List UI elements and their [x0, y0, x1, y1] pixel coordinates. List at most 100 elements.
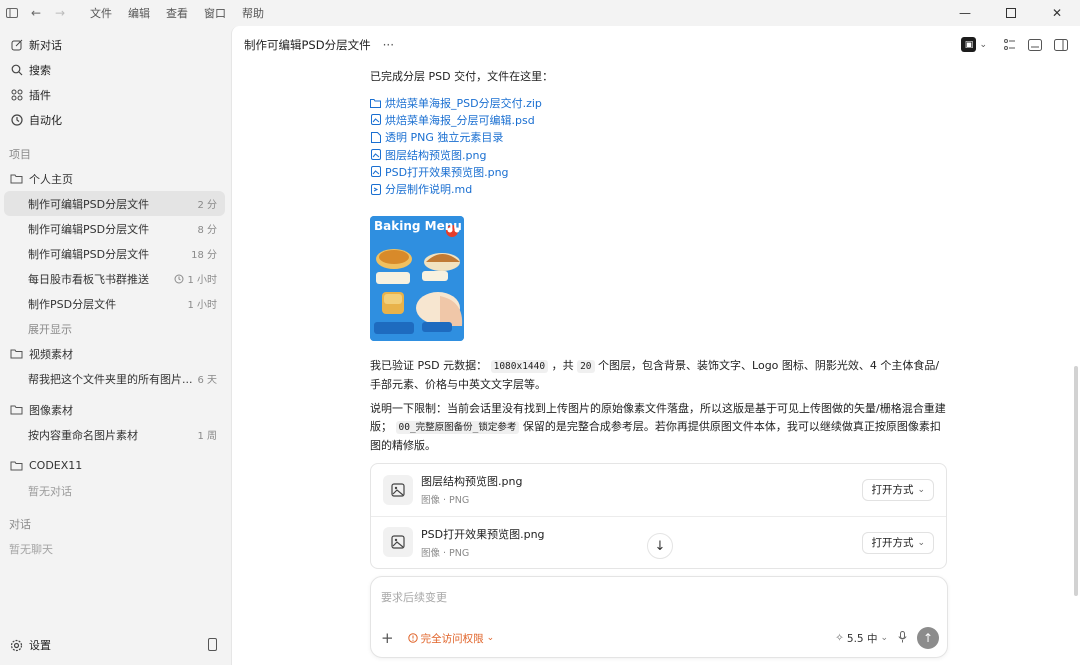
arrow-down-icon: ↓	[654, 538, 666, 554]
message-intro: 已完成分层 PSD 交付，文件在这里：	[370, 70, 554, 83]
phone-panel-icon[interactable]	[208, 638, 217, 654]
open-in-app-button[interactable]: ▣ ⌄	[957, 35, 991, 54]
thread-item[interactable]: 帮我把这个文件夹里的所有图片... 6 天	[4, 366, 225, 391]
poster-preview-image[interactable]: Baking Menu	[370, 215, 464, 341]
search-button[interactable]: 搜索	[0, 57, 231, 82]
folder-icon	[370, 97, 381, 108]
arrow-up-icon: ↑	[922, 631, 934, 645]
attachment-meta: 图像 · PNG	[421, 495, 470, 507]
folder-video[interactable]: 视频素材	[0, 341, 231, 366]
thread-item[interactable]: 每日股市看板飞书群推送 1 小时	[4, 266, 225, 291]
folder-icon	[10, 403, 23, 416]
menu-help[interactable]: 帮助	[236, 5, 270, 21]
file-link-list: 烘焙菜单海报_PSD分层交付.zip 烘焙菜单海报_分层可编辑.psd 透明 P…	[370, 94, 950, 198]
file-link-label: 烘焙菜单海报_PSD分层交付.zip	[385, 96, 542, 110]
composer-right-controls: ✧ 5.5 中 ⌄ ↑	[835, 627, 939, 649]
plugins-button[interactable]: 插件	[0, 82, 231, 107]
chevron-down-icon: ⌄	[486, 633, 495, 643]
menu-edit[interactable]: 编辑	[122, 5, 156, 21]
text-span: ，共	[551, 358, 574, 372]
chevron-down-icon: ⌄	[880, 633, 888, 643]
scroll-to-bottom-button[interactable]: ↓	[647, 533, 673, 559]
access-permission-button[interactable]: 完全访问权限 ⌄	[407, 631, 495, 646]
chevron-down-icon: ⌄	[917, 537, 925, 548]
terminal-panel-icon[interactable]	[1027, 37, 1043, 53]
file-link-label: 烘焙菜单海报_分层可编辑.psd	[385, 113, 535, 127]
attachment-item[interactable]: 图层结构预览图.png 图像 · PNG 打开方式 ⌄	[371, 464, 946, 516]
image-file-icon	[383, 527, 413, 558]
new-chat-label: 新对话	[29, 38, 62, 52]
chats-heading: 对话	[9, 517, 31, 531]
add-attachment-icon[interactable]: +	[381, 629, 394, 647]
folder-personal[interactable]: 个人主页	[0, 166, 231, 191]
file-link-label: 透明 PNG 独立元素目录	[385, 131, 504, 145]
new-chat-button[interactable]: 新对话	[0, 32, 231, 57]
header-actions: ▣ ⌄	[957, 35, 1069, 54]
image-file-icon	[383, 474, 413, 505]
thread-title: 制作可编辑PSD分层文件	[28, 197, 150, 211]
settings-button[interactable]: 设置	[0, 633, 231, 657]
image-file-icon	[370, 114, 381, 126]
file-link[interactable]: 透明 PNG 独立元素目录	[370, 129, 950, 146]
diff-view-icon[interactable]	[1001, 37, 1017, 53]
thread-time: 18 分	[191, 250, 217, 261]
file-link[interactable]: 烘焙菜单海报_分层可编辑.psd	[370, 111, 950, 128]
thread-time: 8 分	[197, 225, 217, 236]
file-link[interactable]: 烘焙菜单海报_PSD分层交付.zip	[370, 94, 950, 111]
thread-title: 制作可编辑PSD分层文件	[28, 222, 150, 236]
folder-label: CODEX11	[29, 459, 83, 472]
clock-icon	[10, 113, 23, 126]
menu-window[interactable]: 窗口	[198, 5, 232, 21]
image-file-icon	[370, 166, 381, 178]
menu-file[interactable]: 文件	[84, 5, 118, 21]
thread-item[interactable]: 制作可编辑PSD分层文件 8 分	[4, 216, 225, 241]
back-arrow-icon[interactable]: ←	[28, 5, 44, 21]
empty-chats-text: 暂无聊天	[9, 542, 53, 556]
expand-more-link[interactable]: 展开显示	[0, 316, 231, 341]
thread-item[interactable]: 按内容重命名图片素材 1 周	[4, 422, 225, 447]
side-panel-icon[interactable]	[1053, 37, 1069, 53]
search-icon	[10, 63, 23, 76]
edit-icon	[10, 38, 23, 51]
folder-label: 图像素材	[29, 403, 73, 417]
file-link[interactable]: 图层结构预览图.png	[370, 146, 950, 163]
thread-title: 制作可编辑PSD分层文件	[28, 247, 150, 261]
thread-time: 1 小时	[187, 275, 217, 286]
file-link[interactable]: 分层制作说明.md	[370, 180, 950, 197]
open-with-button[interactable]: 打开方式 ⌄	[862, 531, 934, 554]
send-button[interactable]: ↑	[917, 627, 939, 649]
menu-bar: 文件 编辑 查看 窗口 帮助	[84, 5, 270, 21]
thread-item[interactable]: 制作PSD分层文件 1 小时	[4, 291, 225, 316]
sidebar-toggle-icon[interactable]	[4, 5, 20, 21]
more-options-icon[interactable]: ···	[383, 38, 394, 52]
message-content: 已完成分层 PSD 交付，文件在这里： 烘焙菜单海报_PSD分层交付.zip 烘…	[370, 68, 950, 569]
schedule-clock-icon	[174, 274, 184, 283]
folder-icon	[10, 172, 23, 185]
open-with-label: 打开方式	[871, 484, 914, 497]
folder-codex11[interactable]: CODEX11	[0, 453, 231, 478]
thread-item[interactable]: 制作可编辑PSD分层文件 18 分	[4, 241, 225, 266]
maximize-icon[interactable]	[988, 0, 1034, 26]
minimize-icon[interactable]: —	[942, 0, 988, 26]
microphone-icon[interactable]	[898, 630, 907, 646]
scrollbar[interactable]	[1074, 366, 1078, 596]
thread-title: 制作PSD分层文件	[28, 297, 117, 311]
inline-code: 20	[577, 359, 595, 373]
close-icon[interactable]: ✕	[1034, 0, 1080, 26]
window-controls: — ✕	[942, 0, 1080, 26]
model-selector[interactable]: ✧ 5.5 中 ⌄	[835, 631, 888, 646]
thread-title: 每日股市看板飞书群推送	[28, 272, 149, 286]
main-pane: 制作可编辑PSD分层文件 ··· ▣ ⌄ 已完成分层 PSD 交付，文件在这里：…	[231, 26, 1080, 665]
menu-view[interactable]: 查看	[160, 5, 194, 21]
folder-images[interactable]: 图像素材	[0, 397, 231, 422]
attachment-name: 图层结构预览图.png	[421, 475, 523, 489]
open-with-button[interactable]: 打开方式 ⌄	[862, 478, 934, 501]
inline-code: 1080x1440	[490, 359, 549, 373]
composer-input[interactable]: 要求后续变更	[381, 589, 447, 605]
file-link[interactable]: PSD打开效果预览图.png	[370, 163, 950, 180]
thread-item[interactable]: 制作可编辑PSD分层文件 2 分	[4, 191, 225, 216]
folder-label: 视频素材	[29, 347, 73, 361]
automation-button[interactable]: 自动化	[0, 107, 231, 132]
file-link-label: PSD打开效果预览图.png	[385, 165, 509, 179]
forward-arrow-icon[interactable]: →	[52, 5, 68, 21]
